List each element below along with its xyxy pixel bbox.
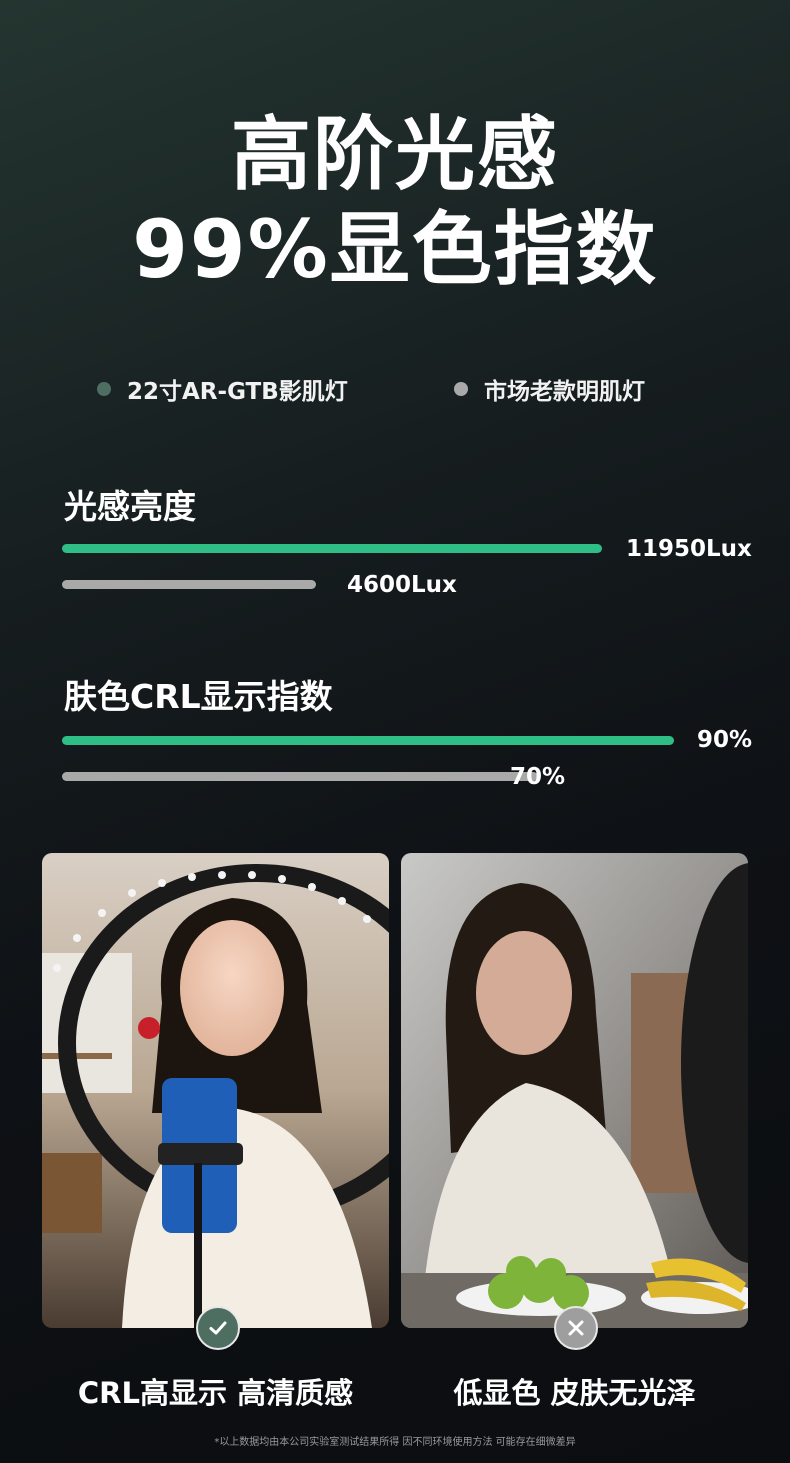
brightness-bar-old [62,580,316,589]
headline-line-2: 99%显色指数 [132,203,658,296]
bar-track [62,772,742,781]
legend-item-old-light: 市场老款明肌灯 [454,372,645,406]
brightness-value-old: 4600Lux [347,572,457,598]
reject-badge [554,1306,598,1350]
photo-low-crl-illustration [401,853,748,1328]
photo-high-crl [42,853,389,1328]
legend-item-new-light: 22寸AR-GTB影肌灯 [97,372,348,406]
footnote: *以上数据均由本公司实验室测试结果所得 因不同环境使用方法 可能存在细微差异 [214,1437,576,1448]
caption-high-crl: CRL高显示 高清质感 [77,1376,354,1410]
headline-line-1: 高阶光感 [231,108,559,201]
crl-bar-new [62,736,674,745]
legend-dot-green [97,382,111,396]
brightness-bar-new [62,544,602,553]
bar-track [62,544,602,553]
bar-track [62,736,742,745]
crl-bar-old [62,772,538,781]
bar-track [62,580,602,589]
legend-label: 22寸AR-GTB影肌灯 [127,379,348,405]
metric-title-crl: 肤色CRL显示指数 [64,677,333,716]
metric-title-brightness: 光感亮度 [64,487,196,526]
legend-label: 市场老款明肌灯 [484,379,645,405]
crl-value-new: 90% [697,727,753,753]
check-icon [209,1321,227,1335]
approve-badge [196,1306,240,1350]
legend-dot-gray [454,382,468,396]
caption-low-crl: 低显色 皮肤无光泽 [453,1376,696,1410]
cross-icon [568,1320,584,1336]
brightness-value-new: 11950Lux [626,536,752,562]
photo-low-crl [401,853,748,1328]
crl-value-old: 70% [510,764,566,790]
photo-high-crl-illustration [42,853,389,1328]
